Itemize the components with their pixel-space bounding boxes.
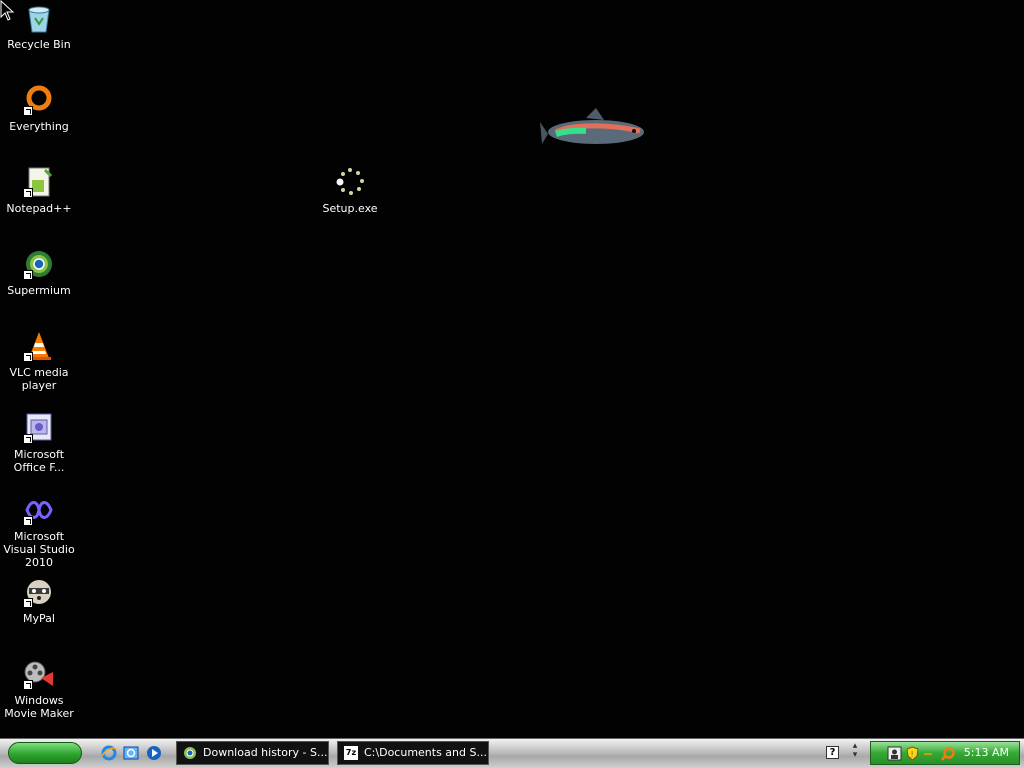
system-tray: ! 5:13 AM: [870, 741, 1020, 765]
supermium-icon: [184, 747, 196, 759]
notepad-plus-plus-icon: [23, 166, 55, 198]
shortcut-arrow-icon: [23, 680, 33, 690]
help-icon[interactable]: ?: [826, 746, 839, 759]
desktop-icon-microsoft-office[interactable]: Microsoft Office F...: [0, 412, 78, 474]
task-button-label: C:\Documents and S...: [364, 746, 487, 759]
desktop-icon-label: MyPal: [23, 612, 55, 625]
task-button-download-history[interactable]: Download history - S...: [176, 741, 329, 765]
svg-text:!: !: [911, 750, 914, 759]
chevron-toggle-icon[interactable]: ▴ ▾: [849, 742, 861, 762]
shortcut-arrow-icon: [23, 188, 33, 198]
task-button-7zip[interactable]: 7z C:\Documents and S...: [337, 741, 489, 765]
outlook-express-icon[interactable]: [123, 745, 139, 761]
mouse-cursor-icon: [0, 0, 15, 21]
desktop-icon-label: Microsoft Office F...: [13, 448, 65, 474]
network-user-icon[interactable]: [887, 746, 902, 761]
desktop-icon-supermium[interactable]: Supermium: [0, 248, 78, 297]
desktop-icon-setup-exe[interactable]: Setup.exe: [311, 166, 389, 215]
everything-icon: [23, 84, 55, 116]
line-separator-icon: [924, 753, 932, 755]
desktop-icon-notepad-plus-plus[interactable]: Notepad++: [0, 166, 78, 215]
desktop-icon-label: Supermium: [7, 284, 71, 297]
supermium-icon: [23, 248, 55, 280]
desktop-icon-label: Everything: [9, 120, 69, 133]
task-button-label: Download history - S...: [203, 746, 328, 759]
shortcut-arrow-icon: [23, 106, 33, 116]
everything-search-icon[interactable]: [941, 746, 956, 761]
office-form-icon: [23, 412, 55, 444]
vlc-cone-icon: [23, 330, 55, 362]
desktop-icon-label: VLC media player: [9, 366, 69, 392]
7zip-icon: 7z: [344, 746, 358, 760]
shortcut-arrow-icon: [23, 270, 33, 280]
taskbar-clock[interactable]: 5:13 AM: [964, 742, 1009, 764]
desktop-icon-label: Notepad++: [6, 202, 72, 215]
shortcut-arrow-icon: [23, 434, 33, 444]
taskbar: Download history - S... 7z C:\Documents …: [0, 738, 1024, 768]
desktop-icon-windows-movie-maker[interactable]: Windows Movie Maker: [0, 658, 78, 720]
internet-explorer-icon[interactable]: [101, 745, 117, 761]
shortcut-arrow-icon: [23, 516, 33, 526]
desktop-icon-label: Microsoft Visual Studio 2010: [3, 530, 75, 569]
security-shield-icon[interactable]: !: [905, 746, 920, 761]
mypal-raccoon-icon: [23, 576, 55, 608]
desktop-icon-label: Setup.exe: [322, 202, 378, 215]
setup-spinner-icon: [334, 166, 366, 198]
shortcut-arrow-icon: [23, 352, 33, 362]
shortcut-arrow-icon: [23, 598, 33, 608]
movie-maker-icon: [23, 658, 55, 690]
desktop-icon-vlc-media-player[interactable]: VLC media player: [0, 330, 78, 392]
start-button[interactable]: [8, 742, 82, 764]
visual-studio-icon: [23, 494, 55, 526]
desktop-icon-label: Windows Movie Maker: [4, 694, 74, 720]
desktop[interactable]: Recycle Bin Everything Notepad++ Supermi…: [0, 0, 1024, 738]
media-player-icon[interactable]: [146, 745, 162, 761]
neon-tetra-fish-icon: [540, 108, 644, 144]
desktop-icon-everything[interactable]: Everything: [0, 84, 78, 133]
desktop-icon-mypal[interactable]: MyPal: [0, 576, 78, 625]
desktop-icon-label: Recycle Bin: [7, 38, 71, 51]
recycle-bin-icon: [23, 2, 55, 34]
desktop-icon-visual-studio-2010[interactable]: Microsoft Visual Studio 2010: [0, 494, 78, 569]
